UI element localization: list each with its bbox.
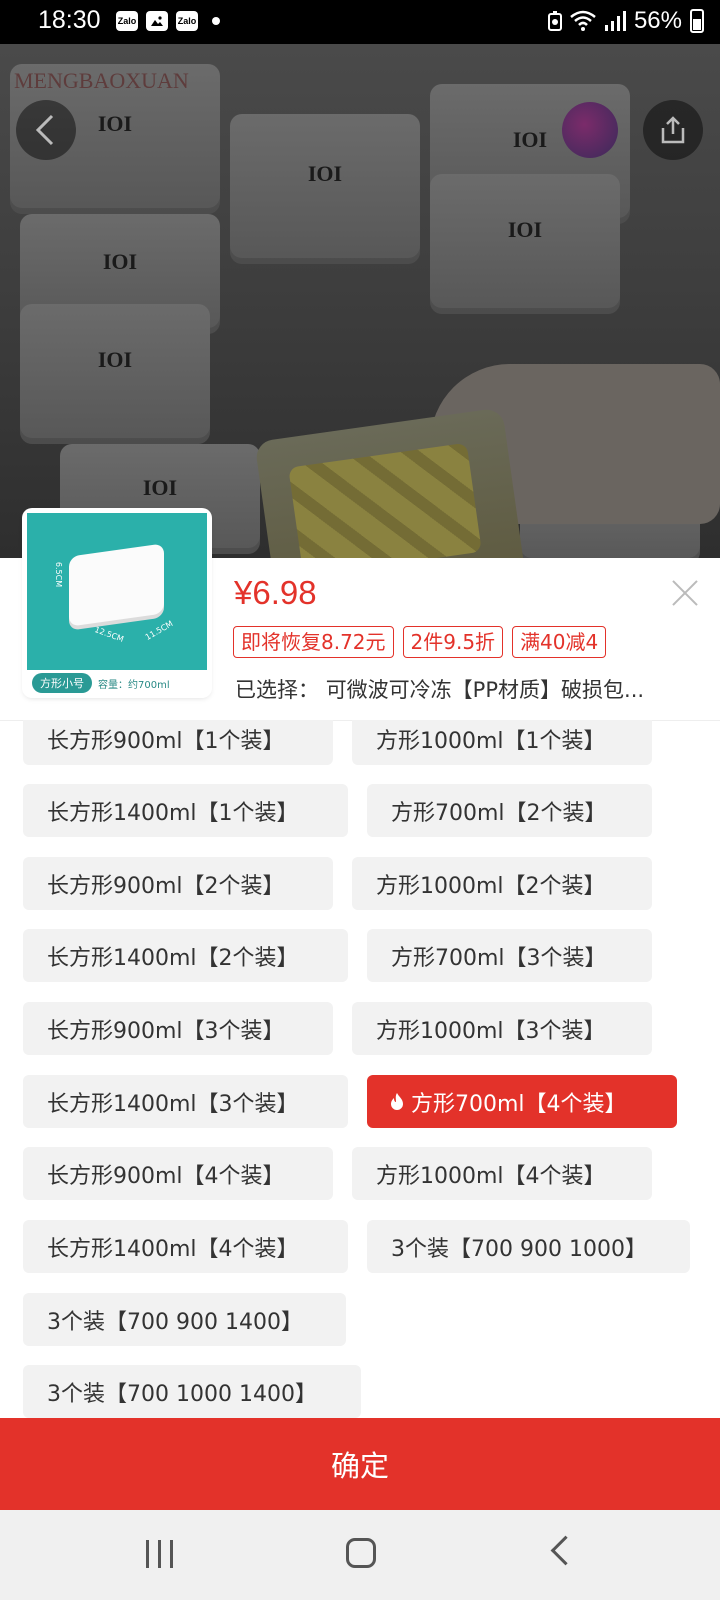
zalo-notification-icon-2: Zalo — [176, 11, 198, 31]
gallery-notification-icon — [146, 11, 168, 31]
shop-avatar[interactable] — [562, 102, 618, 158]
thumb-size-tag: 方形小号 — [32, 673, 92, 693]
promo-tag: 即将恢复8.72元 — [233, 626, 394, 658]
sku-option[interactable]: 方形700ml【3个装】 — [367, 929, 652, 982]
sku-option[interactable]: 方形700ml【2个装】 — [367, 784, 652, 837]
sku-option[interactable]: 方形1000ml【4个装】 — [352, 1147, 652, 1200]
sku-option[interactable]: 方形1000ml【3个装】 — [352, 1002, 652, 1055]
promo-tag: 满40减4 — [512, 626, 607, 658]
sku-option[interactable]: 长方形900ml【3个装】 — [23, 1002, 333, 1055]
notification-icons: Zalo Zalo — [116, 11, 220, 31]
fire-icon — [391, 1092, 403, 1110]
recent-apps-button[interactable] — [146, 1540, 173, 1568]
sku-option[interactable]: 3个装【700 1000 1400】 — [23, 1365, 361, 1418]
more-notifications-dot — [212, 17, 220, 25]
wifi-icon — [570, 10, 596, 31]
promo-tags: 即将恢复8.72元 2件9.5折 满40减4 — [233, 626, 607, 658]
sku-option[interactable]: 长方形900ml【1个装】 — [23, 720, 333, 765]
selected-value: 可微波可冷冻【PP材质】破损包... — [325, 678, 645, 702]
price: ¥6.98 — [234, 574, 317, 611]
battery-icon — [690, 9, 704, 33]
status-time: 18:30 — [38, 6, 101, 34]
sku-option[interactable]: 长方形900ml【2个装】 — [23, 857, 333, 910]
sku-option[interactable]: 长方形1400ml【3个装】 — [23, 1075, 348, 1128]
container-illustration — [69, 543, 164, 627]
sku-option[interactable]: 3个装【700 900 1000】 — [367, 1220, 690, 1273]
chevron-left-icon — [35, 114, 54, 146]
container-image: IOI — [230, 114, 420, 264]
sku-option[interactable]: 长方形1400ml【2个装】 — [23, 929, 348, 982]
home-button[interactable] — [346, 1538, 376, 1568]
zalo-notification-icon: Zalo — [116, 11, 138, 31]
product-image-backdrop[interactable]: IOI IOI IOI IOI IOI IOI IOI IOI MENGBAOX… — [0, 44, 720, 558]
status-right: 56% — [547, 7, 704, 35]
confirm-button[interactable]: 确定 — [0, 1418, 720, 1510]
sku-options-list[interactable]: 长方形900ml【1个装】 方形1000ml【1个装】 长方形1400ml【1个… — [0, 720, 720, 1420]
selected-label: 已选择： — [235, 678, 319, 702]
promo-tag: 2件9.5折 — [402, 626, 504, 658]
sku-option-selected[interactable]: 方形700ml【4个装】 — [367, 1075, 677, 1128]
sku-option[interactable]: 长方形1400ml【1个装】 — [23, 784, 348, 837]
share-button[interactable] — [643, 100, 703, 160]
sku-option[interactable]: 方形1000ml【2个装】 — [352, 857, 652, 910]
selected-sku-summary: 已选择： 可微波可冷冻【PP材质】破损包... — [235, 674, 680, 704]
sku-option[interactable]: 方形1000ml【1个装】 — [352, 720, 652, 765]
sku-option[interactable]: 长方形900ml【4个装】 — [23, 1147, 333, 1200]
thumb-capacity: 容量：约700ml — [98, 679, 170, 691]
sku-option[interactable]: 长方形1400ml【4个装】 — [23, 1220, 348, 1273]
selected-sku-thumbnail[interactable]: 12.5CM 11.5CM 6.5CM 方形小号 容量：约700ml — [24, 510, 210, 696]
container-image: IOI — [430, 174, 620, 314]
close-icon[interactable] — [670, 578, 700, 608]
android-nav-bar — [0, 1510, 720, 1600]
share-icon — [661, 116, 685, 144]
back-button[interactable] — [16, 100, 76, 160]
container-image: IOI — [20, 304, 210, 444]
back-nav-button[interactable] — [550, 1535, 581, 1566]
fruit-container-image — [254, 407, 526, 558]
status-bar: 18:30 Zalo Zalo 56% — [0, 0, 720, 44]
battery-saver-icon — [547, 11, 562, 31]
sku-option[interactable]: 3个装【700 900 1400】 — [23, 1293, 346, 1346]
battery-percent: 56% — [633, 7, 682, 34]
signal-icon — [604, 11, 626, 31]
brand-watermark: MENGBAOXUAN — [14, 68, 189, 93]
